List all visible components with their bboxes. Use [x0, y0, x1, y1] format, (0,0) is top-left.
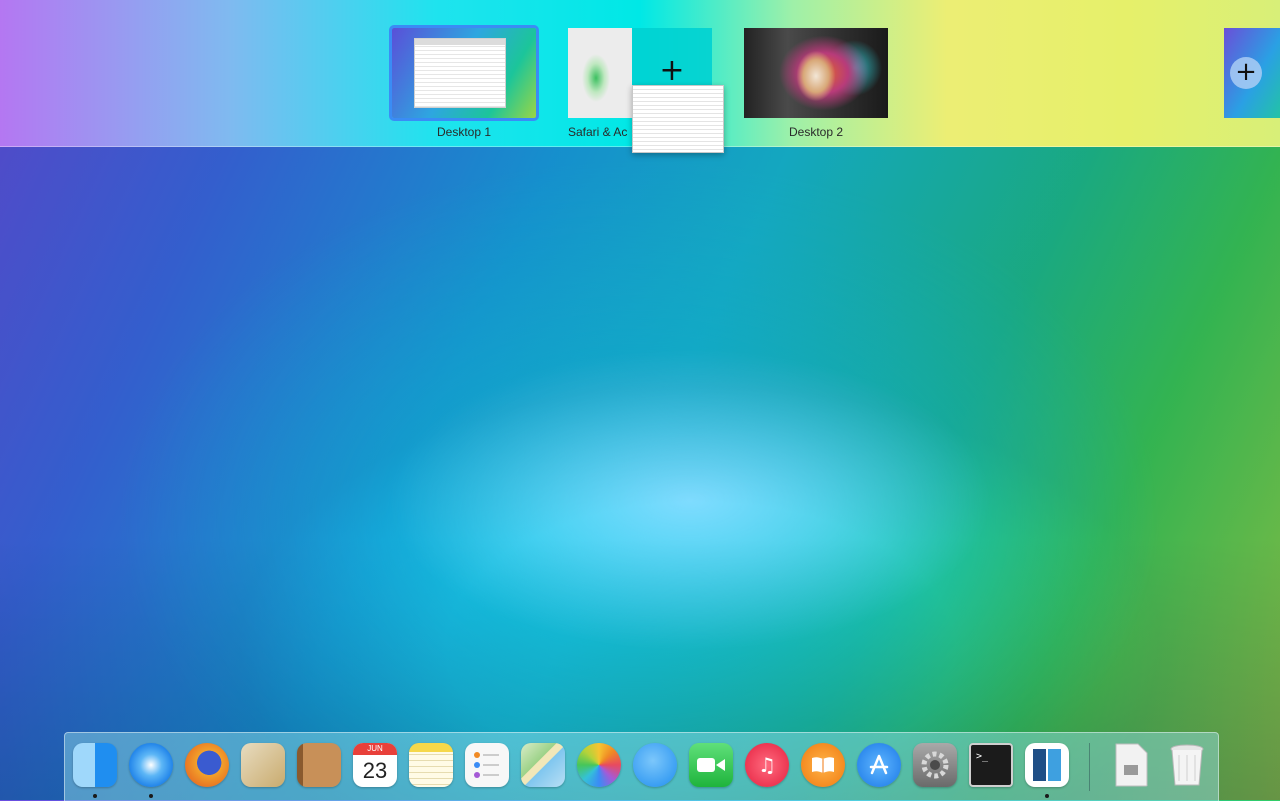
reminders-list-icon: [465, 743, 509, 787]
dock-item-trash[interactable]: [1163, 741, 1211, 789]
messages-bubble-icon: [633, 743, 677, 787]
calendar-icon: JUN 23: [353, 743, 397, 787]
desktop-wallpaper: [0, 146, 1280, 800]
dock-item-reminders[interactable]: [463, 741, 511, 789]
terminal-prompt: >_: [976, 751, 989, 762]
dock-item-downloads-stack[interactable]: [1107, 741, 1155, 789]
plus-icon: +: [659, 53, 685, 88]
dock-item-app-store[interactable]: [855, 741, 903, 789]
mail-stamp-icon: [241, 743, 285, 787]
terminal-icon: >_: [969, 743, 1013, 787]
running-indicator: [149, 794, 153, 798]
trash-icon: [1165, 743, 1209, 787]
notes-icon: [409, 743, 453, 787]
dock-item-firefox[interactable]: [183, 741, 231, 789]
dock-item-calendar[interactable]: JUN 23: [351, 741, 399, 789]
facetime-camera-icon: [689, 743, 733, 787]
dock-item-facetime[interactable]: [687, 741, 735, 789]
app-store-icon: [857, 743, 901, 787]
itunes-music-note-icon: ♫: [745, 743, 789, 787]
desktop-1-thumbnail[interactable]: [389, 25, 539, 121]
photos-flower-icon: [577, 743, 621, 787]
desktop-2-thumbnail[interactable]: [744, 28, 888, 118]
safari-compass-icon: [129, 743, 173, 787]
ibooks-book-icon: [801, 743, 845, 787]
window-thumbnail: [414, 38, 506, 108]
running-indicator: [93, 794, 97, 798]
firefox-icon: [185, 743, 229, 787]
running-indicator: [1045, 794, 1049, 798]
dock: JUN 23 ♫ >_: [64, 732, 1219, 801]
dock-item-contacts[interactable]: [295, 741, 343, 789]
dock-item-itunes[interactable]: ♫: [743, 741, 791, 789]
dock-item-system-preferences[interactable]: [911, 741, 959, 789]
desktop-2-label: Desktop 2: [788, 125, 844, 139]
dock-item-safari[interactable]: [127, 741, 175, 798]
safari-space-label: Safari & Ac: [568, 125, 628, 139]
dock-item-terminal[interactable]: >_: [967, 741, 1015, 789]
dock-separator: [1089, 743, 1090, 791]
dock-item-messages[interactable]: [631, 741, 679, 789]
dock-item-finder[interactable]: [71, 741, 119, 798]
desktop-1-label: Desktop 1: [436, 125, 492, 139]
add-space-button[interactable]: +: [1230, 57, 1262, 89]
space-desktop-2[interactable]: Desktop 2: [744, 28, 888, 139]
dock-item-ibooks[interactable]: [799, 741, 847, 789]
dock-item-photos[interactable]: [575, 741, 623, 789]
gear-icon: [913, 743, 957, 787]
finder-icon: [73, 743, 117, 787]
split-view-icon: [1025, 743, 1069, 787]
dock-item-mail[interactable]: [239, 741, 287, 789]
dock-item-split-view-app[interactable]: [1023, 741, 1071, 798]
contacts-book-icon: [297, 743, 341, 787]
space-safari-fullscreen[interactable]: [568, 28, 632, 118]
calendar-month: JUN: [353, 743, 397, 755]
space-desktop-1[interactable]: Desktop 1: [389, 25, 539, 139]
calendar-day: 23: [362, 758, 388, 783]
mission-control-spaces-bar: Desktop 1 Safari & Ac + Desktop 2 +: [0, 0, 1280, 153]
document-stack-icon: [1109, 743, 1153, 787]
maps-icon: [521, 743, 565, 787]
dock-item-maps[interactable]: [519, 741, 567, 789]
dock-item-notes[interactable]: [407, 741, 455, 789]
dragged-window-thumbnail[interactable]: [632, 85, 724, 153]
